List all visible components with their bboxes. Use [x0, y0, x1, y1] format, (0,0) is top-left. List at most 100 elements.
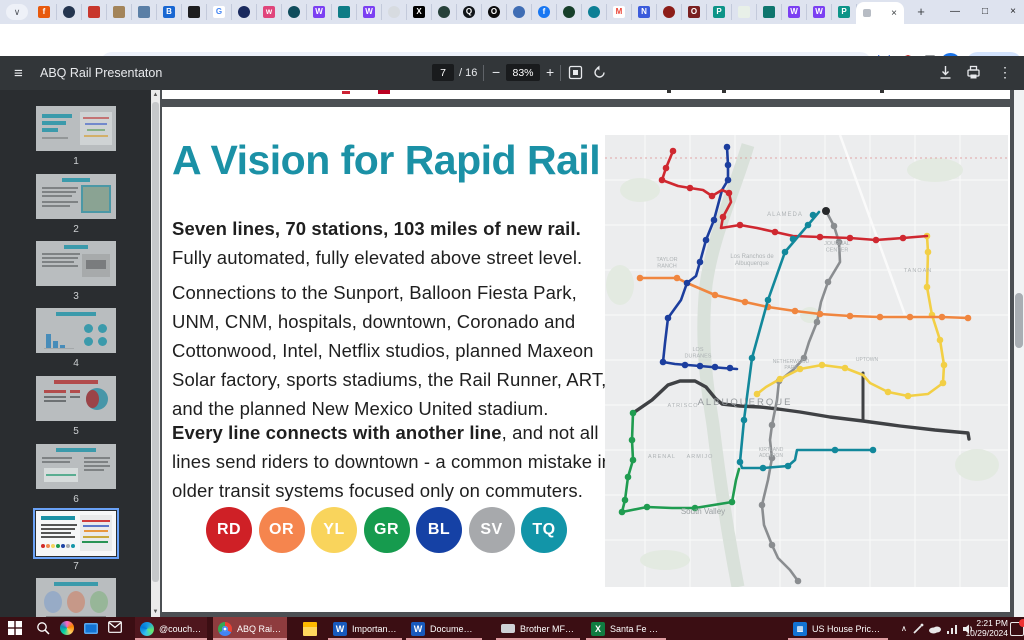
taskbar-app-label: Important Rio Gran...: [352, 624, 397, 634]
window-minimize-button[interactable]: —: [942, 0, 968, 22]
map-label: ATRISCO: [667, 403, 698, 409]
pinned-tab[interactable]: B: [157, 4, 182, 20]
copilot-icon[interactable]: [60, 621, 74, 635]
map-station-orange: [792, 308, 799, 315]
tab-search-button[interactable]: ∨: [6, 4, 28, 20]
pinned-tab[interactable]: [57, 4, 82, 20]
taskbar-app-important-rio-gran-[interactable]: WImportant Rio Gran...: [328, 617, 402, 640]
thumbnail-art: [44, 591, 62, 613]
thumbnail-art: [70, 396, 80, 398]
pinned-tab[interactable]: W: [807, 4, 832, 20]
mail-icon[interactable]: [108, 621, 122, 633]
pinned-tab[interactable]: [557, 4, 582, 20]
print-icon[interactable]: [966, 65, 981, 80]
thumbnail-art: [70, 390, 80, 393]
pinned-tab[interactable]: M: [607, 4, 632, 20]
window-maximize-button[interactable]: □: [972, 0, 998, 22]
pdf-thumbnail-1[interactable]: [36, 106, 116, 151]
pdf-thumbnail-8[interactable]: [36, 578, 116, 617]
pdf-menu-icon[interactable]: ≡: [14, 65, 23, 82]
sidebar-scroll-thumb[interactable]: [152, 102, 159, 582]
line-badge-RD: RD: [206, 507, 252, 553]
taskbar-clock[interactable]: 2:21 PM 10/29/2024: [962, 619, 1008, 638]
pinned-tab[interactable]: f: [532, 4, 557, 20]
map-station-teal: [870, 447, 877, 454]
pinned-tab[interactable]: N: [632, 4, 657, 20]
window-close-button[interactable]: ×: [1000, 0, 1024, 22]
active-tab[interactable]: ×: [856, 2, 904, 24]
pinned-tab[interactable]: [657, 4, 682, 20]
network-icon[interactable]: [946, 623, 958, 635]
ic-folder-icon: [303, 622, 317, 636]
pinned-tab[interactable]: W: [782, 4, 807, 20]
pinned-tab[interactable]: [232, 4, 257, 20]
pen-icon[interactable]: [912, 623, 924, 635]
thumbnail-art: [71, 544, 75, 548]
pdf-thumbnail-5[interactable]: [36, 376, 116, 421]
pinned-tab[interactable]: Q: [457, 4, 482, 20]
taskbar-app-abq-rail-presentat-[interactable]: ABQ Rail Presentat...: [213, 617, 287, 640]
pinned-tab[interactable]: O: [682, 4, 707, 20]
pinned-tab[interactable]: [182, 4, 207, 20]
taskbar-search-icon[interactable]: [36, 621, 50, 635]
onedrive-cloud-icon[interactable]: [928, 623, 942, 635]
tab-favicon: [338, 6, 350, 18]
pinned-tab[interactable]: [732, 4, 757, 20]
pdf-thumbnail-7[interactable]: [36, 511, 116, 556]
pinned-tab[interactable]: X: [407, 4, 432, 20]
zoom-in-button[interactable]: +: [546, 64, 554, 80]
pinned-tab[interactable]: [82, 4, 107, 20]
taskbar-app-ic-folder[interactable]: [298, 617, 324, 640]
pinned-tab[interactable]: w: [257, 4, 282, 20]
zoom-level-input[interactable]: 83%: [506, 64, 540, 81]
pinned-tab[interactable]: W: [307, 4, 332, 20]
rotate-icon[interactable]: [592, 65, 607, 80]
zoom-out-button[interactable]: −: [492, 64, 500, 80]
pdf-thumbnail-6[interactable]: [36, 444, 116, 489]
thumbnail-art: [84, 530, 108, 532]
pinned-tab[interactable]: [132, 4, 157, 20]
page-number-input[interactable]: 7: [432, 64, 454, 81]
taskbar-app--couchqueenie-on-[interactable]: @couchqueenie on...: [135, 617, 207, 640]
pinned-tab[interactable]: [757, 4, 782, 20]
pinned-tab[interactable]: [582, 4, 607, 20]
pinned-tab[interactable]: [332, 4, 357, 20]
viewer-scrollbar[interactable]: [1014, 90, 1024, 617]
scroll-up-icon[interactable]: ▲: [151, 90, 160, 100]
thumbnail-art: [85, 123, 107, 125]
pinned-tab[interactable]: [282, 4, 307, 20]
pinned-tab[interactable]: [382, 4, 407, 20]
taskbar-app-us-house-prices-rise[interactable]: ▥US House Prices Rise...: [788, 617, 888, 640]
taskbar-app-document3-word[interactable]: WDocument3 - Word: [406, 617, 482, 640]
pinned-tab[interactable]: [107, 4, 132, 20]
new-tab-button[interactable]: +: [912, 4, 930, 20]
tab-close-icon[interactable]: ×: [891, 8, 897, 19]
map-station-blue: [684, 280, 691, 287]
thumbnail-art: [67, 591, 85, 613]
pinned-tab[interactable]: W: [357, 4, 382, 20]
sidebar-scrollbar[interactable]: ▲ ▼: [151, 90, 160, 617]
viewer-scroll-thumb[interactable]: [1015, 293, 1023, 348]
map-station-green: [622, 497, 629, 504]
pdf-thumbnail-3[interactable]: [36, 241, 116, 286]
start-button-icon[interactable]: [8, 621, 22, 635]
pinned-tab[interactable]: [507, 4, 532, 20]
pinned-tab[interactable]: P: [832, 4, 857, 20]
fit-page-icon[interactable]: [568, 65, 583, 80]
tray-expand-icon[interactable]: ∧: [898, 624, 910, 633]
notification-center-icon[interactable]: [1010, 622, 1024, 636]
pinned-tab[interactable]: G: [207, 4, 232, 20]
pinned-tab[interactable]: O: [482, 4, 507, 20]
download-icon[interactable]: [938, 65, 953, 80]
pdf-more-options-icon[interactable]: ⋮: [998, 64, 1012, 81]
scroll-down-icon[interactable]: ▼: [151, 607, 160, 617]
pinned-tab[interactable]: f: [32, 4, 57, 20]
pdf-thumbnail-4[interactable]: [36, 308, 116, 353]
taskbar-app-santa-fe-schools-en-[interactable]: XSanta Fe schools en...: [586, 617, 666, 640]
taskbar-app-brother-mfc-l2710-[interactable]: Brother MFC-L2710...: [496, 617, 580, 640]
pinned-tab[interactable]: P: [707, 4, 732, 20]
task-view-icon[interactable]: [84, 623, 98, 634]
pinned-tab[interactable]: [432, 4, 457, 20]
thumbnail-art: [83, 117, 109, 119]
pdf-thumbnail-2[interactable]: [36, 174, 116, 219]
